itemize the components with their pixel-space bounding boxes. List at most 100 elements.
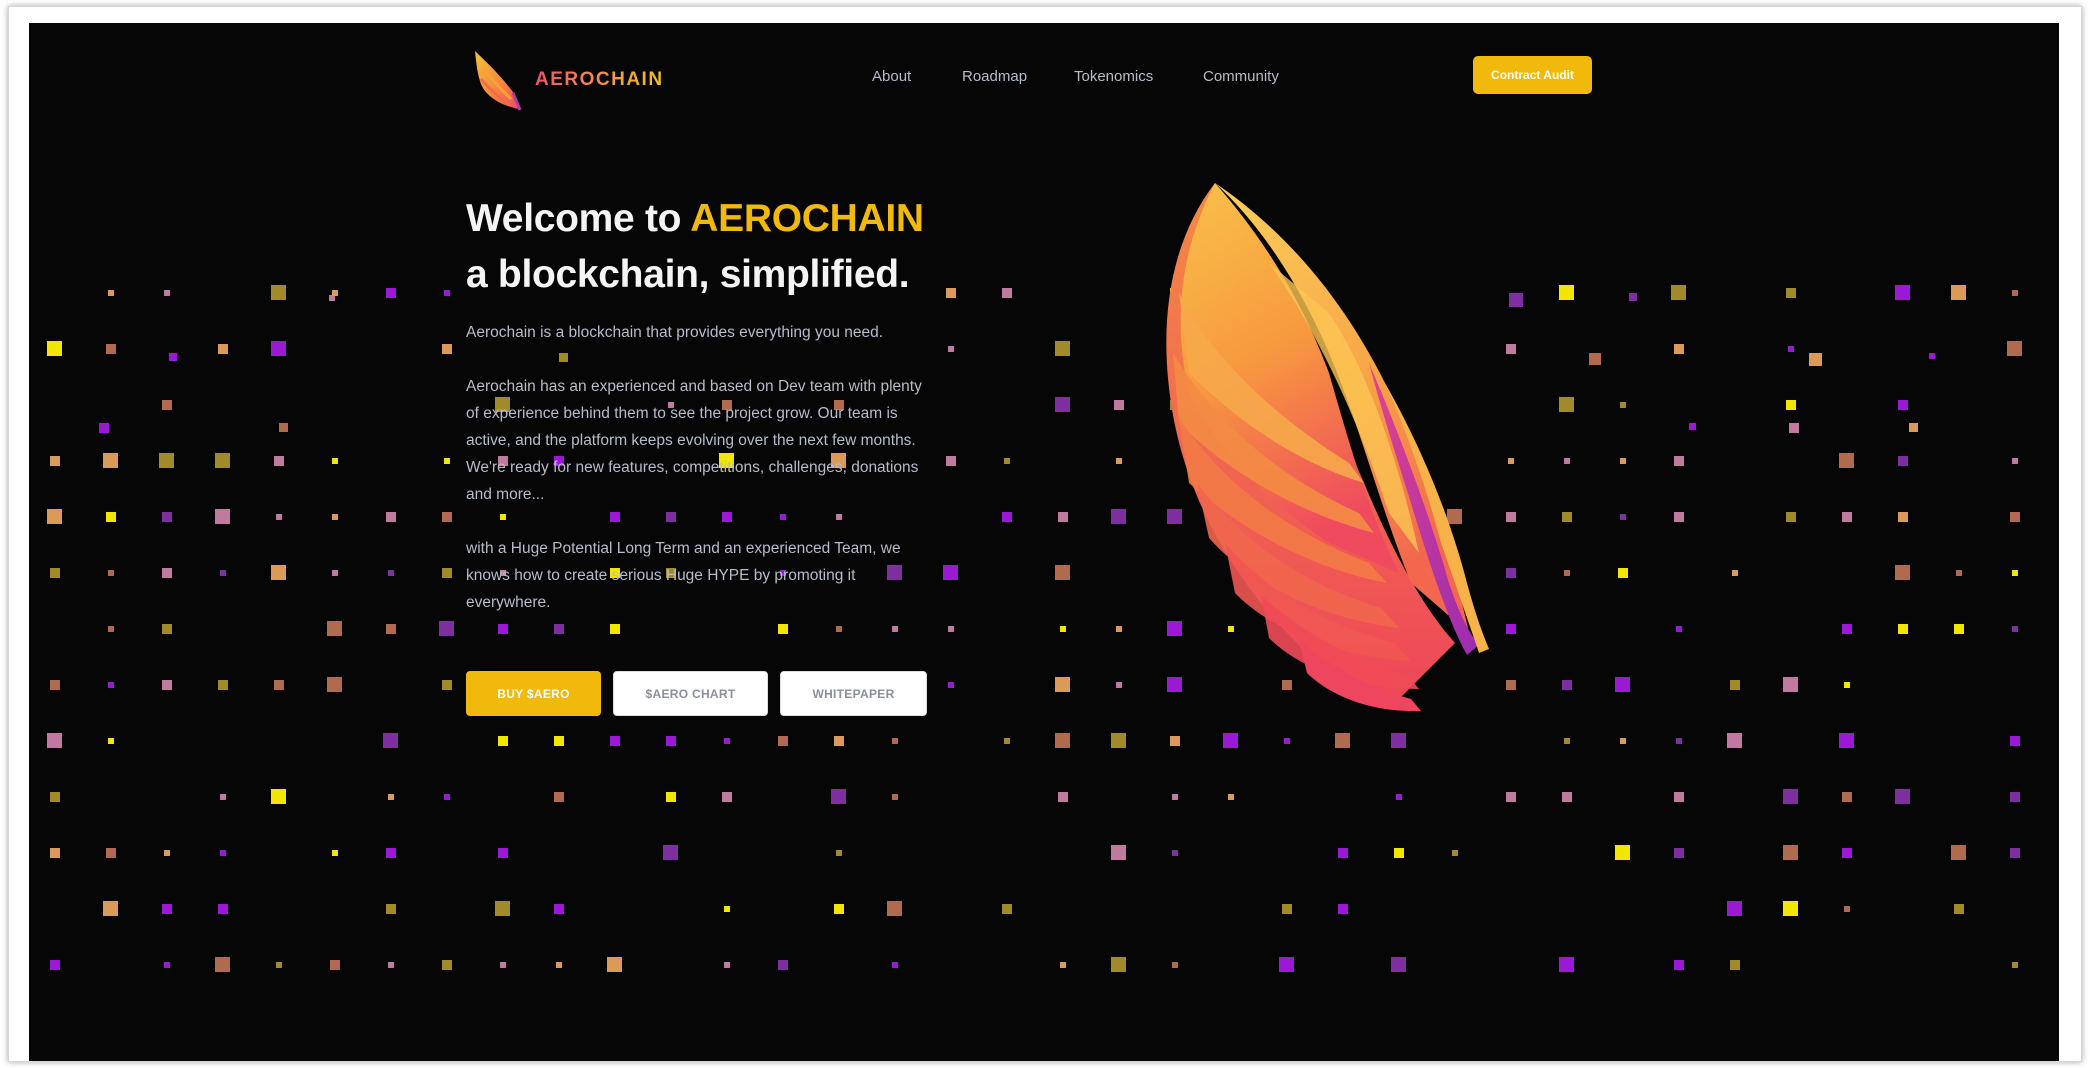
pixel-dot (1337, 903, 1348, 914)
pixel-dot (49, 791, 60, 802)
pixel-dot (1783, 677, 1798, 692)
pixel-dot (1895, 285, 1910, 300)
pixel-dot (215, 509, 230, 524)
pixel-dot (169, 353, 177, 361)
pixel-dot (1673, 847, 1684, 858)
pixel-dot (1001, 903, 1012, 914)
pixel-dot (161, 903, 172, 914)
pixel-dot (555, 961, 562, 968)
pixel-dot (1841, 511, 1852, 522)
aero-chart-button[interactable]: $AERO CHART (613, 671, 768, 716)
brand-name: AEROCHAIN (535, 69, 664, 90)
pixel-dot (1559, 285, 1574, 300)
pixel-dot (721, 791, 732, 802)
pixel-dot (2009, 735, 2020, 746)
pixel-dot (1675, 737, 1682, 744)
pixel-dot (1561, 791, 1572, 802)
hero-paragraph-potential: with a Huge Potential Long Term and an e… (466, 540, 901, 611)
pixel-dot (217, 903, 228, 914)
pixel-dot (1897, 455, 1908, 466)
pixel-dot (2011, 457, 2018, 464)
nav-link-about[interactable]: About (872, 68, 962, 85)
pixel-dot (1729, 679, 1740, 690)
pixel-dot (777, 735, 788, 746)
pixel-dot (163, 961, 170, 968)
nav-link-community[interactable]: Community (1203, 68, 1303, 85)
pixel-dot (1059, 625, 1066, 632)
pixel-dot (327, 677, 342, 692)
pixel-dot (723, 737, 730, 744)
pixel-dot (49, 567, 60, 578)
pixel-dot (1897, 399, 1908, 410)
pixel-dot (383, 733, 398, 748)
pixel-dot (1689, 423, 1696, 430)
pixel-dot (1785, 287, 1796, 298)
pixel-dot (441, 511, 452, 522)
pixel-dot (1843, 681, 1850, 688)
logo[interactable]: AEROCHAIN (471, 49, 664, 111)
pixel-dot (1115, 457, 1122, 464)
pixel-dot (271, 341, 286, 356)
pixel-dot (1115, 625, 1122, 632)
pixel-dot (553, 791, 564, 802)
pixel-dot (1673, 511, 1684, 522)
pixel-dot (161, 399, 172, 410)
pixel-dot (1619, 457, 1626, 464)
pixel-dot-background (29, 23, 2059, 1061)
pixel-dot (103, 453, 118, 468)
pixel-dot (441, 959, 452, 970)
pixel-dot (609, 735, 620, 746)
pixel-dot (891, 625, 898, 632)
pixel-dot (1115, 681, 1122, 688)
buy-aero-button[interactable]: BUY $AERO (466, 671, 601, 716)
pixel-dot (1223, 733, 1238, 748)
pixel-dot (1111, 509, 1126, 524)
pixel-dot (1391, 733, 1406, 748)
pixel-dot (273, 455, 284, 466)
pixel-dot (1335, 733, 1350, 748)
pixel-dot (1789, 423, 1799, 433)
pixel-dot (1111, 957, 1126, 972)
pixel-dot (945, 455, 956, 466)
pixel-dot (387, 793, 394, 800)
pixel-dot (943, 565, 958, 580)
hero-paragraph-team: Aerochain has an experienced and based o… (466, 378, 922, 503)
whitepaper-button[interactable]: WHITEPAPER (780, 671, 927, 716)
pixel-dot (1169, 735, 1180, 746)
pixel-dot (723, 961, 730, 968)
pixel-dot (49, 679, 60, 690)
pixel-dot (443, 793, 450, 800)
pixel-dot (219, 793, 226, 800)
hero-title-prefix: Welcome to (466, 197, 691, 240)
pixel-dot (107, 289, 114, 296)
pixel-dot (891, 961, 898, 968)
pixel-dot (1619, 401, 1626, 408)
pixel-dot (385, 903, 396, 914)
pixel-dot (1055, 565, 1070, 580)
pixel-dot (2011, 961, 2018, 968)
pixel-dot (1003, 737, 1010, 744)
pixel-dot (2009, 791, 2020, 802)
pixel-dot (441, 679, 452, 690)
pixel-dot (1279, 957, 1294, 972)
contract-audit-button[interactable]: Contract Audit (1473, 56, 1592, 94)
pixel-dot (1727, 901, 1742, 916)
pixel-dot (107, 737, 114, 744)
pixel-dot (1505, 791, 1516, 802)
pixel-dot (1673, 791, 1684, 802)
pixel-dot (495, 901, 510, 916)
nav-link-tokenomics[interactable]: Tokenomics (1074, 68, 1203, 85)
pixel-dot (1951, 845, 1966, 860)
pixel-dot (1059, 961, 1066, 968)
pixel-dot (1783, 789, 1798, 804)
pixel-dot (777, 623, 788, 634)
pixel-dot (1785, 511, 1796, 522)
hero-title-line2: a blockchain, simplified. (466, 253, 910, 296)
nav-link-roadmap[interactable]: Roadmap (962, 68, 1074, 85)
pixel-dot (2011, 569, 2018, 576)
pixel-dot (1953, 623, 1964, 634)
pixel-dot (947, 625, 954, 632)
pixel-dot (159, 453, 174, 468)
pixel-dot (441, 343, 452, 354)
pixel-dot (1111, 733, 1126, 748)
